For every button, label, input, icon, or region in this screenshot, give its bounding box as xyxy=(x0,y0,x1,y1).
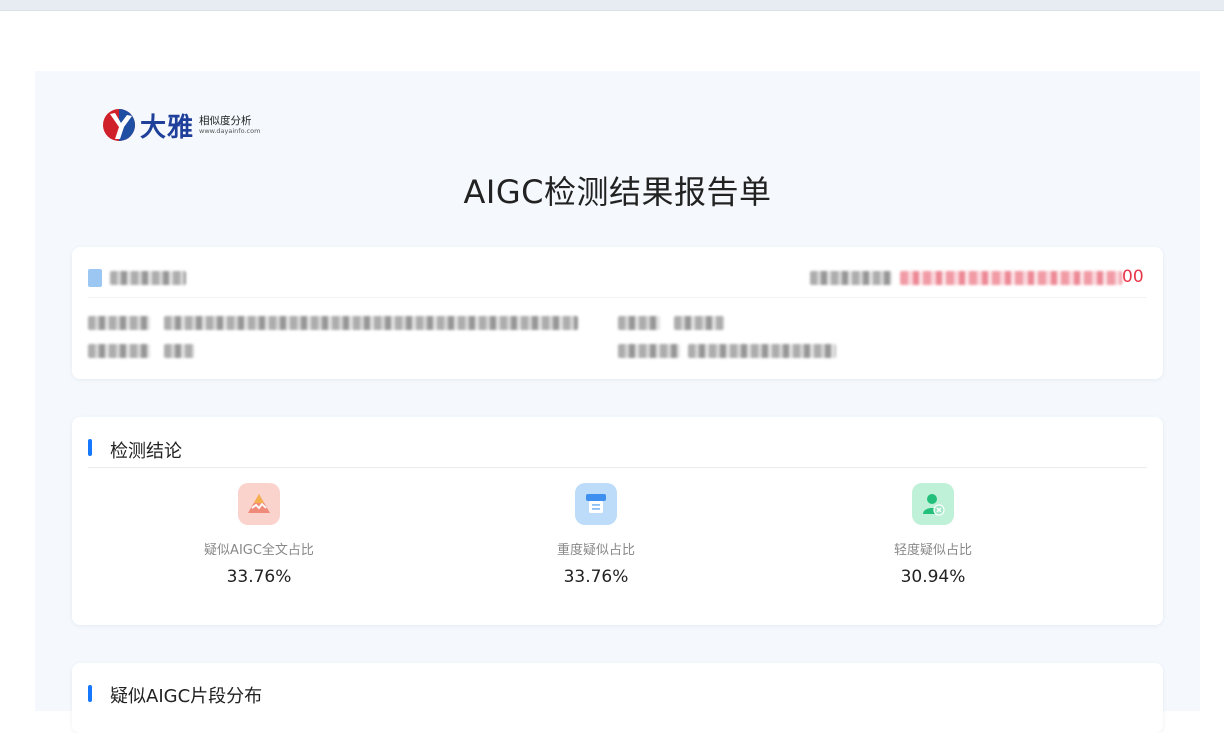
browser-top-bar xyxy=(0,0,1224,11)
redacted-field-value xyxy=(164,316,578,330)
stat-label: 重度疑似占比 xyxy=(556,543,635,558)
user-check-icon xyxy=(912,483,954,525)
warning-triangle-icon xyxy=(238,483,280,525)
section-title: 检测结论 xyxy=(110,441,182,462)
stat-label: 轻度疑似占比 xyxy=(893,543,972,558)
stat-light: 轻度疑似占比 30.94% xyxy=(823,483,1043,587)
logo-url: www.dayainfo.com xyxy=(199,127,261,135)
report-no-suffix: 00 xyxy=(1122,267,1144,287)
stat-label: 疑似AIGC全文占比 xyxy=(204,543,314,558)
aigc-distribution-card: 疑似AIGC片段分布 xyxy=(72,663,1163,733)
redacted-heading xyxy=(110,271,186,285)
stat-value: 30.94% xyxy=(900,567,966,587)
redacted-field-value xyxy=(674,316,724,330)
section-marker xyxy=(88,685,92,702)
stat-heavy: 重度疑似占比 33.76% xyxy=(486,483,706,587)
logo-name: 大雅 xyxy=(140,112,195,143)
redacted-field-label xyxy=(88,344,150,358)
stat-aigc-total: 疑似AIGC全文占比 33.76% xyxy=(149,483,369,587)
report-page: 大雅 相似度分析 www.dayainfo.com AIGC检测结果报告单 00… xyxy=(35,71,1200,733)
redacted-field-value xyxy=(688,344,836,358)
section-marker xyxy=(88,439,92,456)
redacted-report-no-label xyxy=(810,271,892,285)
logo-mark-icon xyxy=(102,108,136,142)
section-title: 疑似AIGC片段分布 xyxy=(110,686,263,707)
divider xyxy=(88,467,1147,468)
stat-value: 33.76% xyxy=(563,567,629,587)
report-title: AIGC检测结果报告单 xyxy=(463,173,772,211)
logo-subtitle: 相似度分析 xyxy=(199,115,252,127)
stat-value: 33.76% xyxy=(226,567,292,587)
redacted-field-value xyxy=(164,344,194,358)
report-info-card: 00 xyxy=(72,247,1163,379)
redacted-report-no xyxy=(900,271,1122,285)
redacted-field-label xyxy=(618,344,680,358)
dayainfo-logo: 大雅 相似度分析 www.dayainfo.com xyxy=(102,107,260,143)
divider xyxy=(88,297,1147,298)
redacted-field-label xyxy=(618,316,660,330)
document-scan-icon xyxy=(575,483,617,525)
detection-result-card: 检测结论 疑似AIGC全文占比 33.76% 重度疑似占比 33.76% 轻度疑… xyxy=(72,417,1163,625)
redacted-field-label xyxy=(88,316,150,330)
section-marker xyxy=(88,269,102,287)
